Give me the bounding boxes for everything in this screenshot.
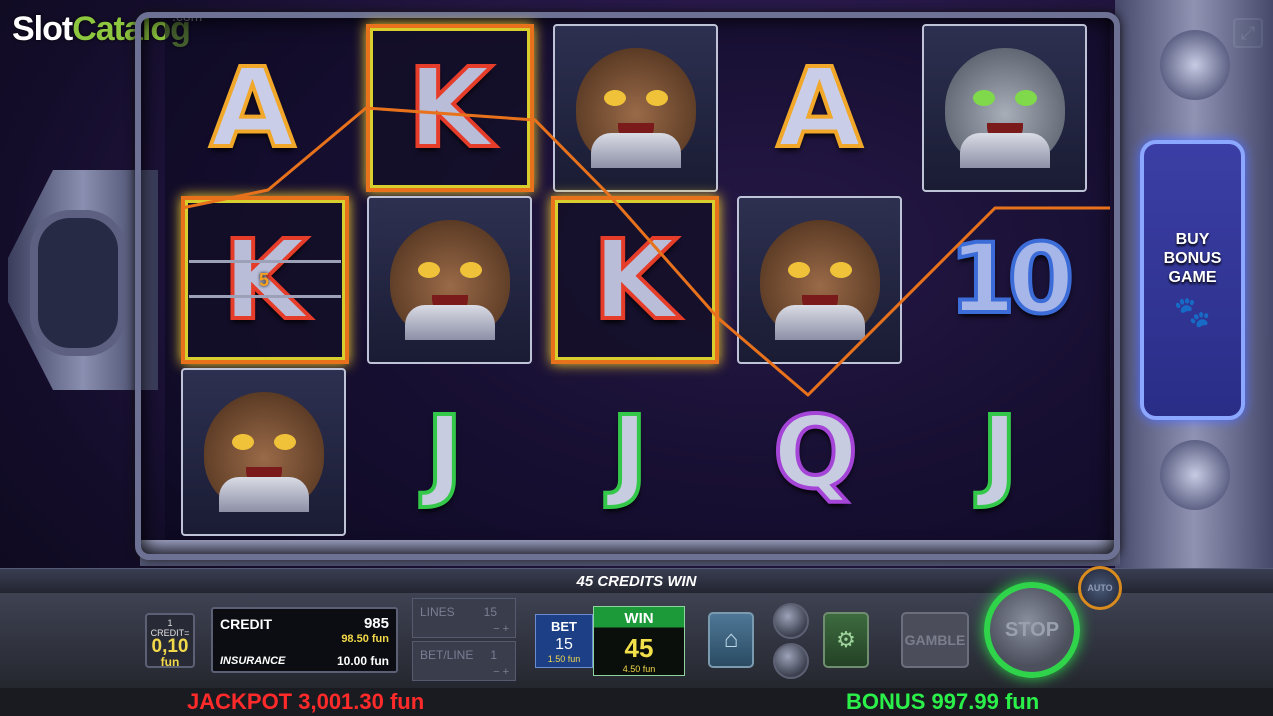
home-icon: ⌂ xyxy=(723,626,739,653)
autoplay-button[interactable]: AUTO xyxy=(1078,566,1122,610)
credit-value: 985 xyxy=(363,615,389,632)
jackpot-display: JACKPOT 3,001.30 fun xyxy=(187,689,425,714)
buy-bonus-label: BONUS xyxy=(1163,250,1222,267)
info-button[interactable] xyxy=(773,643,809,679)
insurance-label: INSURANCE xyxy=(220,655,286,667)
bet-per-line-selector[interactable]: BET/LINE 1 − + xyxy=(412,641,516,681)
buy-bonus-label: GAME xyxy=(1168,269,1217,286)
buy-bonus-label: BUY xyxy=(1175,231,1210,248)
settings-button[interactable]: ⚙ xyxy=(823,612,869,668)
credit-fun-value: 98.50 fun xyxy=(341,633,389,645)
lines-stepper: − + xyxy=(493,623,509,635)
buy-bonus-game-button[interactable]: BUY BONUS GAME 🐾 xyxy=(1140,140,1245,420)
paw-icon: 🐾 xyxy=(1173,296,1212,329)
credit-denomination[interactable]: 1 CREDIT= 0,10 fun xyxy=(145,613,195,668)
bet-win-panel: BET 15 1.50 fun WIN 45 4.50 fun xyxy=(535,606,685,676)
bet-line-stepper: − + xyxy=(493,666,509,678)
bonus-display: BONUS 997.99 fun xyxy=(846,689,1040,714)
sound-button[interactable] xyxy=(773,603,809,639)
gear-icon: ⚙ xyxy=(836,627,856,652)
home-button[interactable]: ⌂ xyxy=(708,612,754,668)
win-display: WIN 45 4.50 fun xyxy=(593,606,685,676)
credit-panel: CREDIT 985 98.50 fun INSURANCE 10.00 fun xyxy=(211,607,398,673)
bet-display: BET 15 1.50 fun xyxy=(535,614,593,668)
gamble-button[interactable]: GAMBLE xyxy=(901,612,969,668)
stop-button[interactable]: STOP xyxy=(984,582,1080,678)
insurance-value: 10.00 fun xyxy=(336,654,389,668)
lines-selector[interactable]: LINES 15 − + xyxy=(412,598,516,638)
credit-label: CREDIT xyxy=(220,616,273,632)
